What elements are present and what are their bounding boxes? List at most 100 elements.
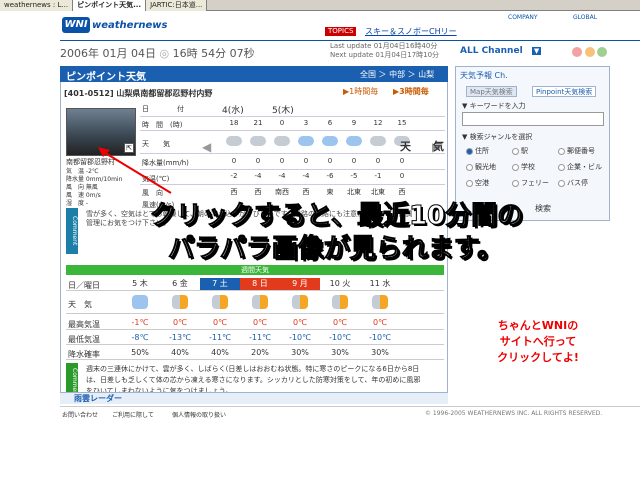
radio-icon[interactable] (512, 163, 519, 171)
precip-cell: 0 (375, 157, 381, 165)
radio-icon[interactable] (558, 179, 565, 187)
all-channel-menu[interactable]: ALL Channel ▼ (460, 46, 542, 56)
radio-label: 郵便番号 (567, 147, 595, 155)
copyright: © 1996-2005 WEATHERNEWS INC. ALL RIGHTS … (425, 410, 603, 417)
row-label-date: 日 付 (142, 105, 184, 113)
weekly-min-cell: -8℃ (131, 333, 149, 342)
weekly-min-label: 最低気温 (68, 335, 100, 344)
weekly-max-label: 最高気温 (68, 320, 100, 329)
genre-radio[interactable]: フェリー (512, 178, 549, 188)
overlay-caption-2: パラパラ画像が見られます。 (167, 234, 504, 265)
weather-icon (172, 295, 188, 309)
circle-icon[interactable] (572, 47, 582, 57)
radio-icon[interactable] (512, 147, 519, 155)
update-info: Last update 01月04日16時40分 Next update 01月… (330, 42, 439, 60)
search-button[interactable]: 検索 (535, 203, 551, 214)
weekly-day-cell: 10 火 (320, 278, 360, 290)
overlay-note-line: サイトへ行って (499, 335, 577, 348)
radio-icon[interactable] (466, 179, 473, 187)
weekly-rain-label: 降水確率 (68, 350, 100, 359)
temp-cell: -5 (350, 172, 358, 180)
cloud-icon (346, 136, 362, 146)
radio-icon[interactable] (558, 163, 565, 171)
genre-radio[interactable]: 空港 (466, 178, 489, 188)
footer-privacy-link[interactable]: 個人情報の取り扱い (172, 410, 226, 419)
period-3h-link[interactable]: ▶3時間毎 (393, 86, 429, 97)
browser-tab[interactable]: weathernews : L... (0, 0, 74, 11)
temp-cell: -4 (302, 172, 310, 180)
genre-radio[interactable]: 郵便番号 (558, 146, 595, 156)
browser-tab-active[interactable]: ピンポイント天気... (73, 0, 147, 11)
hour-cell: 9 (351, 119, 357, 127)
wni-logo[interactable]: WNI (62, 17, 90, 33)
hour-cell: 0 (279, 119, 285, 127)
dropdown-icon[interactable]: ▼ (531, 47, 542, 55)
circle-icon[interactable] (584, 47, 595, 57)
next-update: Next update 01月04日17時10分 (330, 51, 440, 59)
genre-radio[interactable]: 駅 (512, 146, 528, 156)
date-text: 2006年 01月 04日 (60, 47, 156, 60)
circle-icon[interactable] (597, 47, 608, 57)
temp-cell: -4 (254, 172, 262, 180)
scroll-left-icon[interactable]: ◀ (202, 140, 211, 154)
topics-link[interactable]: スキー＆スノボーCHリー (365, 26, 457, 37)
hour-cell: 18 (229, 119, 239, 127)
clock: 2006年 01月 04日 ◎ 16時 54分 07秒 (60, 47, 255, 60)
last-update: Last update 01月04日16時40分 (330, 42, 438, 50)
radio-icon[interactable] (512, 179, 519, 187)
row-divider (140, 116, 445, 117)
search-panel-title: 天気予報 Ch. (460, 71, 508, 80)
weekly-header: 週間天気 (66, 265, 444, 275)
genre-radio[interactable]: 学校 (512, 162, 535, 172)
overlay-caption-1: クリックすると、最近10分間の (149, 201, 524, 232)
brand-name[interactable]: weathernews (92, 20, 167, 31)
weekly-min-cell: -13℃ (168, 333, 192, 342)
weather-label-right: 天 気 (400, 140, 444, 153)
breadcrumb[interactable]: 全国 ＞ 中部 ＞ 山梨 (360, 69, 434, 80)
temp-cell: -1 (374, 172, 382, 180)
weekly-min-cell: -10℃ (368, 333, 392, 342)
weekly-rain-cell: 50% (131, 348, 149, 357)
period-1h-link[interactable]: ▶1時間毎 (343, 86, 378, 97)
hour-cell: 15 (397, 119, 407, 127)
genre-radio[interactable]: 企業・ビル (558, 162, 602, 172)
browser-tab-strip: weathernews : L... ピンポイント天気... JARTIC:日本… (0, 0, 640, 11)
cloud-icon (322, 136, 338, 146)
time-text: 16時 54分 07秒 (172, 47, 255, 60)
genre-label: ▼ 検索ジャンルを選択 (462, 133, 533, 141)
radio-label: バス停 (567, 179, 588, 187)
radio-icon[interactable] (466, 163, 473, 171)
weekly-weather-label: 天 気 (68, 300, 92, 309)
radio-label: フェリー (521, 179, 549, 187)
genre-radio[interactable]: バス停 (558, 178, 588, 188)
location-title: [401-0512] 山梨県南都留郡忍野村内野 (64, 89, 213, 98)
genre-radio[interactable]: 住所 (466, 146, 489, 156)
overlay-note-line: クリックしてよ! (497, 351, 579, 364)
keyword-input[interactable] (462, 112, 604, 126)
tab-map-search[interactable]: Map天気検索 (466, 86, 517, 97)
day-header: 5(木) (272, 106, 294, 116)
tab-pinpoint-search[interactable]: Pinpoint天気検索 (532, 86, 597, 97)
footer-divider (60, 406, 640, 407)
weekly-max-cell: 0℃ (332, 318, 348, 327)
weekly-day-cell: 8 日 (240, 278, 280, 290)
browser-tab[interactable]: JARTIC:日本道... (146, 0, 208, 11)
rain-radar-link[interactable]: 雨雲レーダー (60, 392, 448, 404)
footer-terms-link[interactable]: ご利用に際して (112, 410, 154, 419)
hour-cell: 3 (303, 119, 309, 127)
weekly-min-cell: -11℃ (248, 333, 272, 342)
radio-icon[interactable] (466, 147, 473, 155)
weekly-day-cell: 6 金 (160, 278, 200, 290)
weather-icon (372, 295, 388, 309)
footer-contact-link[interactable]: お問い合わせ (62, 410, 98, 419)
genre-radio[interactable]: 観光地 (466, 162, 496, 172)
overlay-note-line: ちゃんとWNIの (497, 319, 579, 332)
weekly-rain-cell: 30% (331, 348, 349, 357)
global-link[interactable]: GLOBAL (573, 13, 597, 22)
company-link[interactable]: COMPANY (508, 13, 538, 22)
temp-cell: 0 (399, 172, 405, 180)
radio-label: 駅 (521, 147, 528, 155)
cloud-icon (370, 136, 386, 146)
radio-icon[interactable] (558, 147, 565, 155)
precip-cell: 0 (399, 157, 405, 165)
